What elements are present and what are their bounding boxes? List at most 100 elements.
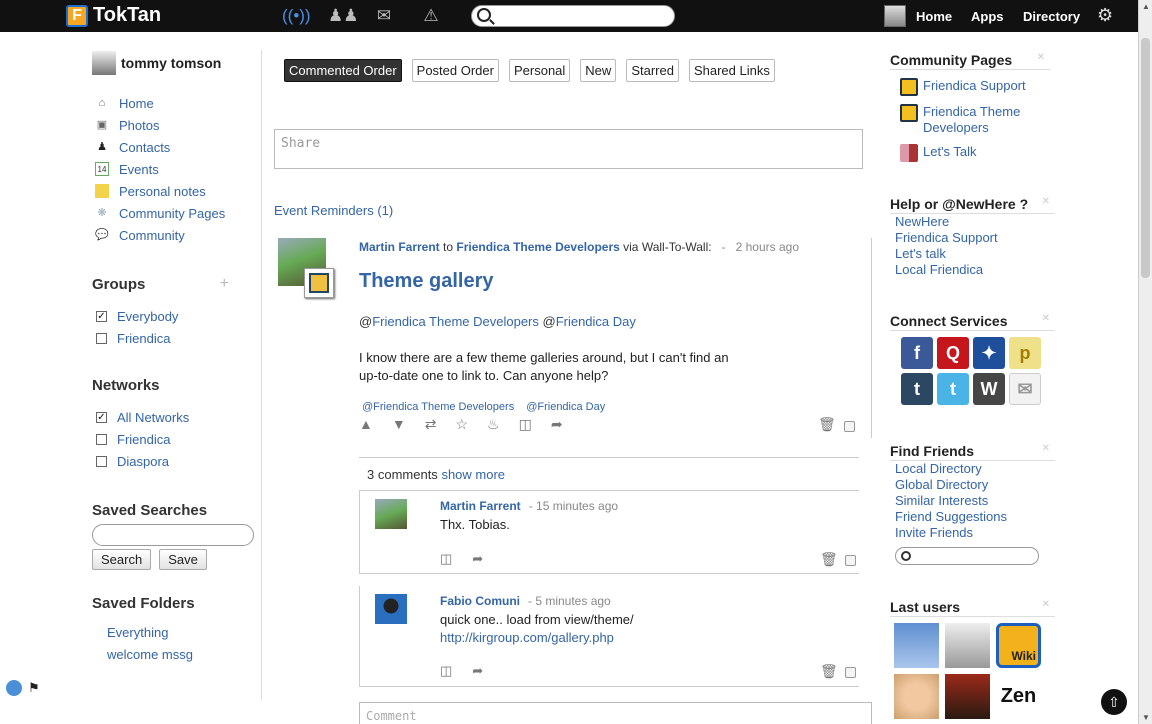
statusnet-icon[interactable]: ✦ (973, 337, 1005, 369)
comment-input[interactable]: Comment (359, 702, 872, 724)
saved-search-input[interactable] (92, 524, 254, 546)
close-icon[interactable]: ✕ (1042, 313, 1050, 324)
community-page-item[interactable]: Let's Talk (900, 144, 1050, 162)
contacts-icon[interactable]: ♟♟ (328, 6, 358, 26)
sidebar-item-community-pages[interactable]: ❋ Community Pages (92, 202, 257, 224)
top-link-directory[interactable]: Directory (1023, 9, 1080, 24)
sidebar-item-contacts[interactable]: ♟ Contacts (92, 136, 257, 158)
network-diaspora[interactable]: Diaspora (92, 450, 257, 472)
checkbox[interactable] (96, 433, 107, 445)
close-icon[interactable]: ✕ (1042, 196, 1050, 207)
file-icon[interactable]: ◫ (440, 551, 452, 567)
local-directory-link[interactable]: Local Directory (895, 461, 1055, 477)
reshare-icon[interactable]: ➦ (551, 416, 563, 433)
sidebar-item-home[interactable]: ⌂ Home (92, 92, 257, 114)
network-icon[interactable]: ((•)) (282, 6, 311, 26)
community-page-item[interactable]: Friendica Theme Developers (900, 104, 1050, 136)
folder-everything[interactable]: Everything (92, 622, 257, 644)
reshare-icon[interactable]: ➦ (472, 551, 483, 567)
checkbox[interactable] (96, 455, 107, 467)
help-link-local[interactable]: Local Friendica (895, 262, 1055, 278)
email-icon[interactable]: ✉ (1009, 373, 1041, 405)
select-checkbox[interactable] (845, 555, 856, 566)
comment-avatar[interactable] (375, 499, 407, 529)
post-title[interactable]: Theme gallery (359, 270, 494, 293)
close-icon[interactable]: ✕ (1042, 599, 1050, 610)
checkbox-checked[interactable]: ✓ (96, 310, 107, 322)
comment-author-link[interactable]: Martin Farrent (440, 499, 521, 513)
page-scrollbar[interactable]: ▲ ▼ (1138, 0, 1152, 724)
star-icon[interactable]: ☆ (455, 416, 468, 433)
share-repeat-icon[interactable]: ⇄ (425, 416, 437, 433)
wiki-avatar[interactable]: Wiki (996, 623, 1041, 668)
user-avatar[interactable] (945, 674, 990, 719)
select-checkbox[interactable] (844, 421, 855, 432)
add-group-icon[interactable]: + (220, 275, 229, 293)
community-page-item[interactable]: Friendica Support (900, 78, 1050, 96)
user-avatar[interactable] (894, 623, 939, 668)
reshare-icon[interactable]: ➦ (472, 663, 483, 679)
tag-icon[interactable]: ♨ (487, 416, 500, 433)
post-target-link[interactable]: Friendica Theme Developers (456, 240, 619, 254)
group-everybody[interactable]: ✓ Everybody (92, 305, 257, 327)
brand-logo[interactable]: F TokTan (66, 4, 161, 27)
scrollbar-thumb[interactable] (1141, 38, 1150, 278)
gear-icon[interactable]: ⚙ (1097, 5, 1113, 26)
profile-header[interactable]: tommy tomson (92, 50, 257, 76)
trash-icon[interactable]: 🗑 (820, 551, 838, 568)
tag-link[interactable]: @Friendica Theme Developers (362, 401, 514, 413)
notifications-icon[interactable]: ⚠ (420, 6, 442, 26)
comment-url-link[interactable]: http://kirgroup.com/gallery.php (440, 630, 614, 645)
top-link-home[interactable]: Home (916, 9, 952, 24)
tab-posted-order[interactable]: Posted Order (411, 59, 499, 82)
help-link-newhere[interactable]: NewHere (895, 214, 1055, 230)
tab-commented-order[interactable]: Commented Order (284, 59, 402, 82)
event-reminders-link[interactable]: Event Reminders (1) (274, 203, 393, 218)
comment-author-link[interactable]: Fabio Comuni (440, 594, 520, 608)
post-author-link[interactable]: Martin Farrent (359, 240, 440, 254)
comment-avatar[interactable] (375, 594, 407, 624)
bug-icon[interactable] (6, 680, 22, 696)
show-more-link[interactable]: show more (441, 467, 505, 482)
help-link-support[interactable]: Friendica Support (895, 230, 1055, 246)
tumblr-icon[interactable]: t (901, 373, 933, 405)
select-checkbox[interactable] (845, 667, 856, 678)
tag-link[interactable]: @Friendica Day (526, 401, 605, 413)
share-input[interactable]: Share (274, 129, 863, 169)
file-icon[interactable]: ◫ (440, 663, 452, 679)
tab-starred[interactable]: Starred (626, 59, 679, 82)
scroll-down-icon[interactable]: ▼ (1142, 713, 1150, 722)
quora-icon[interactable]: Q (937, 337, 969, 369)
save-button[interactable]: Save (159, 549, 207, 570)
wordpress-icon[interactable]: W (973, 373, 1005, 405)
sidebar-item-photos[interactable]: ▣ Photos (92, 114, 257, 136)
facebook-icon[interactable]: f (901, 337, 933, 369)
checkbox[interactable] (96, 332, 107, 344)
user-avatar[interactable] (945, 623, 990, 668)
search-button[interactable]: Search (92, 549, 152, 570)
file-icon[interactable]: ◫ (519, 416, 532, 433)
top-search-input[interactable] (471, 5, 675, 27)
folder-welcome[interactable]: welcome mssg (92, 644, 257, 666)
mail-icon[interactable]: ✉ (373, 6, 395, 26)
sidebar-item-community[interactable]: 💬 Community (92, 224, 257, 246)
mention-link[interactable]: Friendica Theme Developers (372, 314, 539, 329)
checkbox-checked[interactable]: ✓ (96, 411, 107, 423)
dislike-icon[interactable]: ▼ (392, 416, 406, 433)
tab-shared-links[interactable]: Shared Links (688, 59, 775, 82)
twitter-icon[interactable]: t (937, 373, 969, 405)
tab-personal[interactable]: Personal (508, 59, 571, 82)
user-avatar[interactable] (894, 674, 939, 719)
friend-suggestions-link[interactable]: Friend Suggestions (895, 509, 1055, 525)
sidebar-item-notes[interactable]: Personal notes (92, 180, 257, 202)
global-directory-link[interactable]: Global Directory (895, 477, 1055, 493)
sidebar-item-events[interactable]: 14 Events (92, 158, 257, 180)
zen-avatar[interactable]: Zen (996, 674, 1041, 719)
close-icon[interactable]: ✕ (1037, 52, 1045, 63)
tab-new[interactable]: New (580, 59, 617, 82)
posterous-icon[interactable]: p (1009, 337, 1041, 369)
top-link-apps[interactable]: Apps (971, 9, 1004, 24)
network-friendica[interactable]: Friendica (92, 428, 257, 450)
mention-link[interactable]: Friendica Day (556, 314, 636, 329)
close-icon[interactable]: ✕ (1042, 443, 1050, 454)
